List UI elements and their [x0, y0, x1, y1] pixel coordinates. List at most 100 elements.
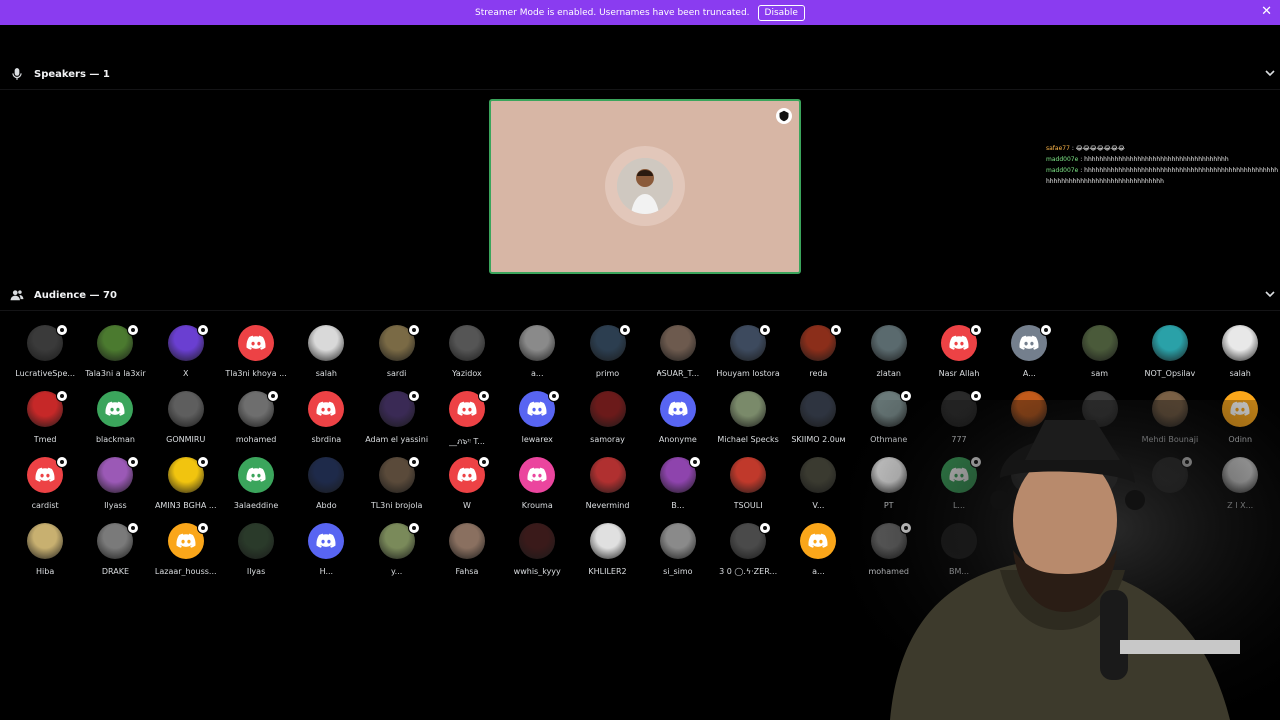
audience-member[interactable]: TSOULI — [713, 455, 783, 521]
audience-member[interactable]: a... — [502, 323, 572, 389]
audience-member[interactable]: SKIIMO 2.0ᴜᴍ — [783, 389, 853, 455]
streamer-mode-banner: Streamer Mode is enabled. Usernames have… — [0, 0, 1280, 25]
audience-member-name: Adam el yassini — [365, 435, 429, 444]
audience-member[interactable]: 3alaeddine — [221, 455, 291, 521]
speakers-header[interactable]: Speakers — 1 — [10, 66, 1276, 82]
audience-member[interactable]: Adam el yassini — [361, 389, 431, 455]
audience-member[interactable]: A... — [994, 323, 1064, 389]
audience-member-name: salah — [1229, 369, 1251, 378]
audience-member[interactable]: Hiba — [10, 521, 80, 587]
avatar — [448, 325, 485, 361]
audience-member-name: Ilyas — [246, 567, 266, 576]
audience-member[interactable]: LucrativeSpe... — [10, 323, 80, 389]
chevron-down-icon[interactable] — [1264, 287, 1276, 301]
audience-member[interactable]: KHLILER2 — [572, 521, 642, 587]
audience-member[interactable]: y... — [361, 521, 431, 587]
discord-logo-icon — [800, 523, 837, 559]
audience-member[interactable]: Fahsa — [432, 521, 502, 587]
close-icon[interactable]: ✕ — [1261, 4, 1272, 19]
audience-member[interactable]: sbrdina — [291, 389, 361, 455]
audience-member[interactable]: salah — [291, 323, 361, 389]
speaker-tile[interactable] — [489, 99, 801, 274]
audience-member-name: 3 0 ◯.ϟ·ZER... — [719, 567, 778, 576]
audience-member[interactable]: sardi — [361, 323, 431, 389]
audience-member[interactable]: Anonyme — [643, 389, 713, 455]
status-badge-icon — [759, 324, 772, 336]
audience-member[interactable]: Tmed — [10, 389, 80, 455]
audience-member[interactable]: Abdo — [291, 455, 361, 521]
audience-member[interactable]: W — [432, 455, 502, 521]
discord-logo-icon — [308, 523, 345, 559]
audience-member-name: salah — [315, 369, 337, 378]
status-badge-icon — [759, 522, 772, 534]
audience-member-name: V... — [812, 501, 825, 510]
audience-member[interactable]: H... — [291, 521, 361, 587]
status-badge-icon — [126, 456, 139, 468]
audience-member[interactable]: DRAKE — [80, 521, 150, 587]
audience-member-name: Houyam lostora — [716, 369, 780, 378]
audience-member[interactable]: Ilyass — [80, 455, 150, 521]
audience-member-name: A... — [1022, 369, 1036, 378]
audience-member[interactable]: Krouma — [502, 455, 572, 521]
audience-member-name: NOT_Opsilav — [1144, 369, 1196, 378]
audience-member[interactable]: Michael Specks — [713, 389, 783, 455]
audience-member[interactable]: Tla3ni khoya ... — [221, 323, 291, 389]
audience-member[interactable]: GONMIRU — [151, 389, 221, 455]
audience-member[interactable]: si_simo — [643, 521, 713, 587]
status-badge-icon — [196, 456, 209, 468]
status-badge-icon — [126, 324, 139, 336]
audience-member[interactable]: 3 0 ◯.ϟ·ZER... — [713, 521, 783, 587]
audience-member[interactable]: lewarex — [502, 389, 572, 455]
audience-member-name: KHLILER2 — [588, 567, 627, 576]
audience-member[interactable]: TL3ni brojola — [361, 455, 431, 521]
audience-member[interactable]: primo — [572, 323, 642, 389]
audience-member-name: DRAKE — [101, 567, 130, 576]
audience-member-name: Tla3ni khoya ... — [225, 369, 287, 378]
audience-member-name: 3alaeddine — [233, 501, 279, 510]
audience-member-name: Tmed — [33, 435, 57, 444]
audience-header[interactable]: Audience — 70 — [10, 287, 1276, 303]
audience-member-name: cardist — [31, 501, 59, 510]
chevron-down-icon[interactable] — [1264, 66, 1276, 80]
moderator-badge-icon — [776, 108, 792, 124]
audience-member[interactable]: Houyam lostora — [713, 323, 783, 389]
audience-member[interactable]: __ภ๖ᶦᵎ T... — [432, 389, 502, 455]
speakers-title: Speakers — 1 — [34, 68, 110, 80]
audience-member[interactable]: wwhis_kyyy — [502, 521, 572, 587]
audience-member[interactable]: V... — [783, 455, 853, 521]
audience-member[interactable]: Lazaar_houss... — [151, 521, 221, 587]
audience-member-name: y... — [391, 567, 403, 576]
audience-member[interactable]: NOT_Opsilav — [1135, 323, 1205, 389]
audience-member[interactable]: cardist — [10, 455, 80, 521]
audience-member[interactable]: Yazidox — [432, 323, 502, 389]
audience-member[interactable]: Ilyas — [221, 521, 291, 587]
divider — [0, 89, 1280, 90]
audience-member[interactable]: Nevermind — [572, 455, 642, 521]
audience-member-name: W — [462, 501, 471, 510]
audience-member-name: mohamed — [235, 435, 277, 444]
audience-member[interactable]: blackman — [80, 389, 150, 455]
audience-member[interactable]: AMIN3 BGHA ... — [151, 455, 221, 521]
webcam-overlay — [850, 400, 1280, 720]
avatar — [800, 457, 837, 493]
avatar — [448, 523, 485, 559]
audience-member[interactable]: sam — [1064, 323, 1134, 389]
audience-member[interactable]: mohamed — [221, 389, 291, 455]
disable-streamer-mode-button[interactable]: Disable — [757, 4, 805, 21]
audience-member[interactable]: Nasr Allah — [924, 323, 994, 389]
audience-member-name: Lazaar_houss... — [154, 567, 217, 576]
audience-member[interactable]: samoray — [572, 389, 642, 455]
audience-member[interactable]: salah — [1205, 323, 1275, 389]
audience-member[interactable]: Tala3ni a la3xir — [80, 323, 150, 389]
status-badge-icon — [688, 456, 701, 468]
audience-member[interactable]: X — [151, 323, 221, 389]
audience-member[interactable]: zlatan — [854, 323, 924, 389]
audience-member[interactable]: a... — [783, 521, 853, 587]
avatar — [589, 457, 626, 493]
audience-member-name: Anonyme — [658, 435, 697, 444]
avatar — [730, 457, 767, 493]
avatar — [1151, 325, 1188, 361]
audience-member[interactable]: ₳SUAR_T... — [643, 323, 713, 389]
audience-member[interactable]: reda — [783, 323, 853, 389]
audience-member[interactable]: B... — [643, 455, 713, 521]
